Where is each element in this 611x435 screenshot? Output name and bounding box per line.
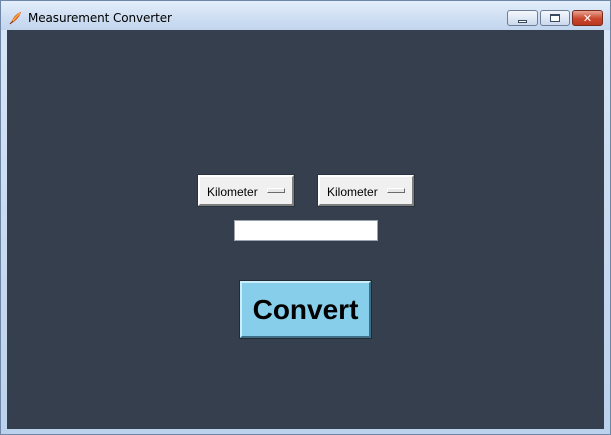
to-unit-dropdown[interactable]: Kilometer (318, 175, 414, 206)
dropdown-indicator-icon (387, 188, 405, 193)
app-window: Measurement Converter ✕ Kilometer Kilome… (0, 0, 611, 435)
window-title: Measurement Converter (28, 11, 172, 25)
maximize-icon (550, 14, 560, 22)
close-button[interactable]: ✕ (572, 10, 603, 26)
client-area: Kilometer Kilometer Convert (7, 30, 604, 429)
from-unit-dropdown[interactable]: Kilometer (198, 175, 294, 206)
convert-button[interactable]: Convert (240, 281, 371, 338)
from-unit-label: Kilometer (207, 185, 258, 199)
close-icon: ✕ (582, 11, 593, 25)
dropdown-indicator-icon (267, 188, 285, 193)
minimize-button[interactable] (507, 10, 538, 26)
maximize-button[interactable] (540, 10, 570, 26)
app-feather-icon (9, 12, 21, 25)
title-bar[interactable]: Measurement Converter ✕ (1, 1, 610, 30)
value-input[interactable] (234, 220, 378, 241)
to-unit-label: Kilometer (327, 185, 378, 199)
minimize-icon (518, 19, 527, 23)
